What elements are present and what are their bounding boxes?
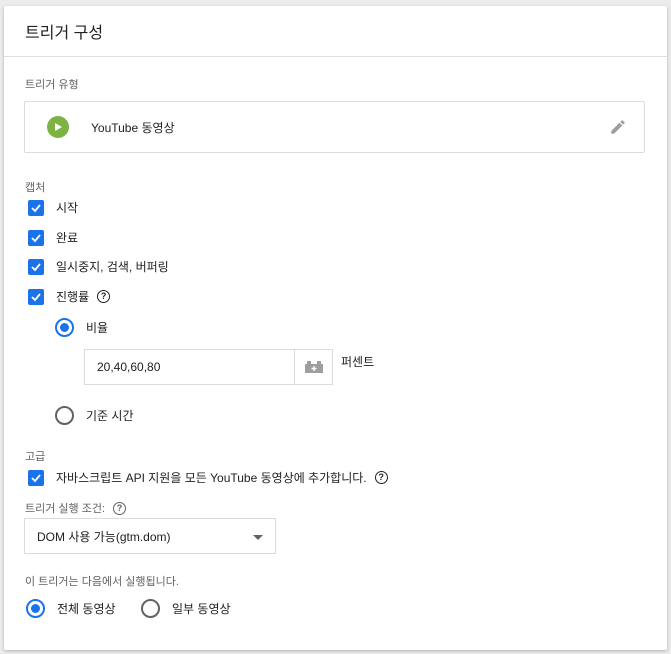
capture-option-label: 시작 <box>56 201 79 215</box>
progress-time-option[interactable]: 기준 시간 <box>55 406 134 425</box>
capture-option-pause[interactable]: 일시중지, 검색, 버퍼링 <box>28 258 169 275</box>
js-api-label: 자바스크립트 API 지원을 모든 YouTube 동영상에 추가합니다. <box>56 471 367 485</box>
percentage-value[interactable]: 20,40,60,80 <box>85 360 294 374</box>
ratio-label: 비율 <box>86 321 109 335</box>
fire-condition-label: 트리거 실행 조건: <box>25 503 106 515</box>
trigger-type-box[interactable]: YouTube 동영상 <box>24 101 645 153</box>
capture-option-label: 일시중지, 검색, 버퍼링 <box>56 260 169 274</box>
help-icon[interactable]: ? <box>97 290 111 303</box>
radio-unselected-icon[interactable] <box>55 406 74 425</box>
play-icon <box>47 116 69 138</box>
fire-condition-select[interactable]: DOM 사용 가능(gtm.dom) <box>24 518 276 554</box>
card-title: 트리거 구성 <box>4 6 667 57</box>
trigger-type-name: YouTube 동영상 <box>91 120 175 135</box>
variable-picker-icon[interactable] <box>294 350 332 384</box>
scope-some-option[interactable]: 일부 동영상 <box>141 599 231 618</box>
time-label: 기준 시간 <box>86 409 134 423</box>
js-api-option[interactable]: 자바스크립트 API 지원을 모든 YouTube 동영상에 추가합니다. ? <box>28 469 388 486</box>
scope-some-label: 일부 동영상 <box>172 602 231 616</box>
capture-option-label: 완료 <box>56 231 79 245</box>
percentage-input[interactable]: 20,40,60,80 <box>84 349 333 385</box>
capture-option-progress[interactable]: 진행률 ? <box>28 288 111 305</box>
scope-label: 이 트리거는 다음에서 실행됩니다. <box>25 576 179 588</box>
checkbox-checked-icon[interactable] <box>28 469 44 486</box>
trigger-type-label: 트리거 유형 <box>25 79 79 91</box>
capture-option-label: 진행률 <box>56 290 90 304</box>
trigger-config-card: 트리거 구성 트리거 유형 YouTube 동영상 캡처 시작 완료 일시중지,… <box>4 6 667 650</box>
capture-option-start[interactable]: 시작 <box>28 199 78 216</box>
checkbox-checked-icon[interactable] <box>28 288 44 305</box>
dropdown-arrow-icon <box>253 535 263 540</box>
fire-condition-value: DOM 사용 가능(gtm.dom) <box>37 529 171 544</box>
percent-unit-label: 퍼센트 <box>341 355 375 369</box>
help-icon[interactable]: ? <box>113 501 127 515</box>
help-icon[interactable]: ? <box>374 471 388 484</box>
percent-unit: 퍼센트 <box>341 353 374 370</box>
checkbox-checked-icon[interactable] <box>28 229 44 246</box>
checkbox-checked-icon[interactable] <box>28 258 44 275</box>
edit-pencil-icon[interactable] <box>609 118 627 141</box>
radio-unselected-icon[interactable] <box>141 599 160 618</box>
scope-all-label: 전체 동영상 <box>57 602 116 616</box>
fire-condition-row: 트리거 실행 조건: ? <box>25 500 127 516</box>
advanced-label: 고급 <box>25 451 46 463</box>
progress-ratio-option[interactable]: 비율 <box>55 318 108 337</box>
capture-option-complete[interactable]: 완료 <box>28 229 78 246</box>
radio-selected-icon[interactable] <box>55 318 74 337</box>
scope-all-option[interactable]: 전체 동영상 <box>26 599 116 618</box>
radio-selected-icon[interactable] <box>26 599 45 618</box>
checkbox-checked-icon[interactable] <box>28 199 44 216</box>
capture-label: 캡처 <box>25 182 46 194</box>
